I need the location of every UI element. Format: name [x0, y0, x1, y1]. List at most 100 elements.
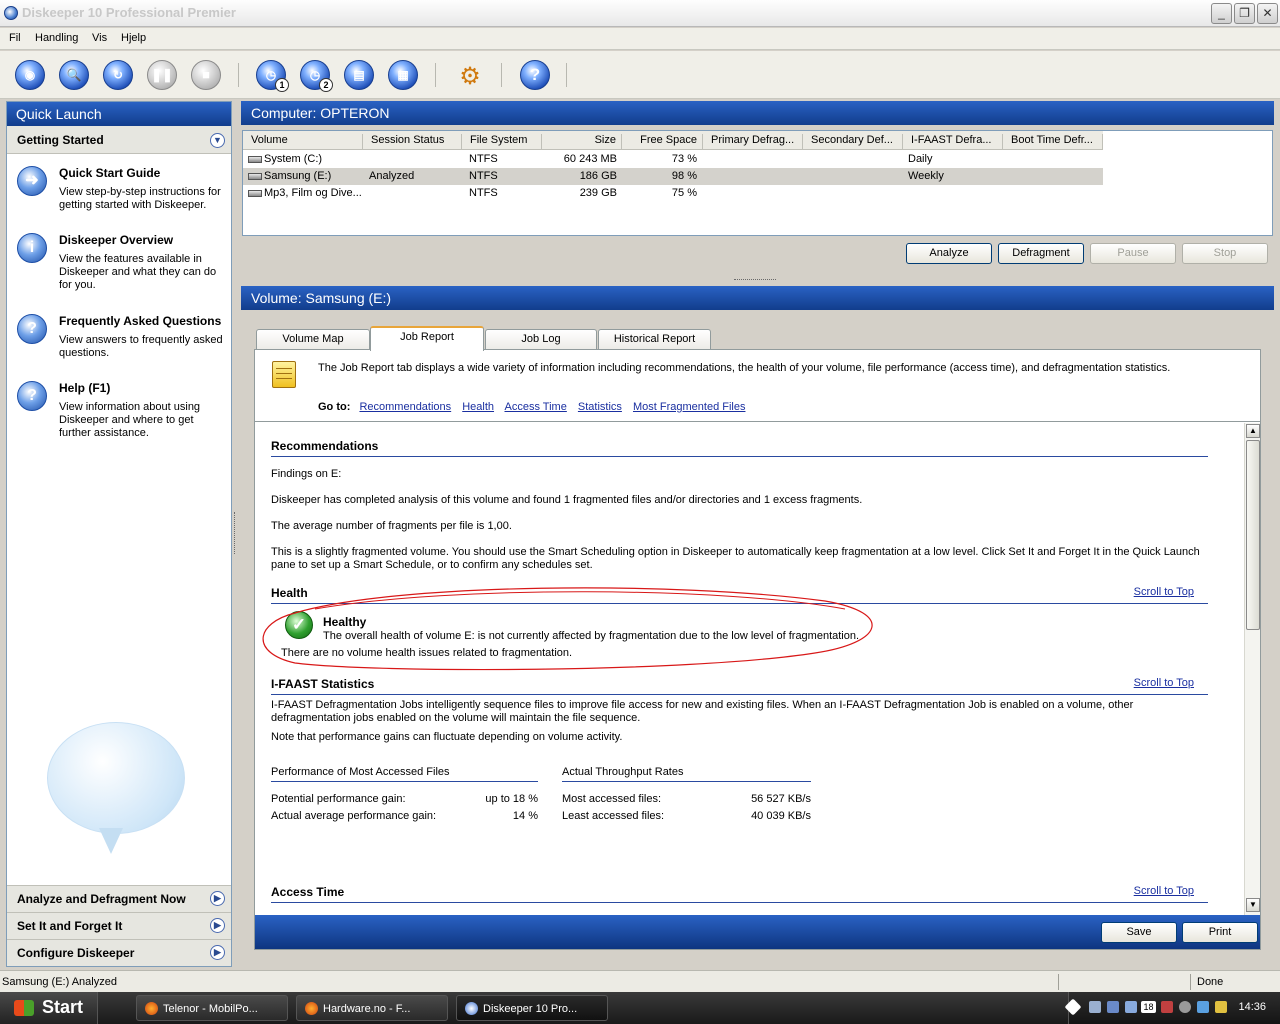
- menu-hjelp[interactable]: Hjelp: [121, 32, 146, 44]
- tab-historical-report[interactable]: Historical Report: [598, 329, 711, 350]
- badge-1: 1: [275, 78, 289, 92]
- job-2-toolbar-button[interactable]: ◷ 2: [300, 60, 333, 92]
- tray-bluetooth-icon[interactable]: [1197, 1001, 1209, 1013]
- scroll-up-button[interactable]: ▲: [1246, 424, 1260, 438]
- col-session-status[interactable]: Session Status: [363, 134, 462, 150]
- scroll-thumb[interactable]: [1246, 440, 1260, 630]
- analyze-defragment-now-section[interactable]: Analyze and Defragment Now ▶: [7, 885, 231, 912]
- quick-launch-title: Quick Launch: [7, 102, 231, 126]
- table-row[interactable]: Mp3, Film og Dive... NTFS 239 GB 75 %: [243, 185, 1103, 202]
- defragment-toolbar-button[interactable]: ↻: [103, 60, 133, 90]
- col-volume[interactable]: Volume: [243, 134, 363, 150]
- save-button[interactable]: Save: [1101, 922, 1177, 943]
- expand-icon[interactable]: ▶: [210, 918, 225, 933]
- col-free-space[interactable]: Free Space: [622, 134, 703, 150]
- report-content: Recommendations Findings on E: Diskeeper…: [255, 423, 1243, 915]
- taskbar-item-telenor[interactable]: Telenor - MobilPo...: [136, 995, 288, 1021]
- faq-link[interactable]: Frequently Asked Questions: [59, 314, 221, 328]
- collapse-icon[interactable]: ▼: [210, 133, 225, 148]
- drive-icon: [248, 173, 262, 180]
- taskbar-item-hardware[interactable]: Hardware.no - F...: [296, 995, 448, 1021]
- file-system: NTFS: [469, 187, 498, 199]
- col-primary-defrag[interactable]: Primary Defrag...: [703, 134, 803, 150]
- stop-toolbar-button[interactable]: ■: [191, 60, 221, 90]
- col-size[interactable]: Size: [542, 134, 622, 150]
- goto-statistics-link[interactable]: Statistics: [578, 401, 622, 413]
- tab-job-report[interactable]: Job Report: [370, 326, 484, 351]
- set-it-forget-it-section[interactable]: Set It and Forget It ▶: [7, 912, 231, 939]
- settings-toolbar-button[interactable]: ⚙: [455, 62, 485, 90]
- report-toolbar-button[interactable]: ▤: [344, 60, 374, 90]
- goto-access-time-link[interactable]: Access Time: [504, 401, 566, 413]
- scroll-to-top-link[interactable]: Scroll to Top: [1134, 586, 1194, 598]
- getting-started-header[interactable]: Getting Started ▼: [7, 126, 231, 154]
- maximize-button[interactable]: ❐: [1234, 3, 1255, 24]
- drive-icon: [248, 156, 262, 163]
- goto-label: Go to:: [318, 401, 351, 413]
- col-ifaast-defrag[interactable]: I-FAAST Defra...: [903, 134, 1003, 150]
- ifaast-description: I-FAAST Defragmentation Jobs intelligent…: [271, 699, 1134, 724]
- size: 60 243 MB: [563, 153, 617, 165]
- most-accessed-label: Most accessed files:: [562, 793, 662, 805]
- goto-most-fragmented-link[interactable]: Most Fragmented Files: [633, 401, 745, 413]
- menu-handling[interactable]: Handling: [35, 32, 78, 44]
- taskbar-item-label: Telenor - MobilPo...: [163, 1003, 258, 1015]
- scroll-to-top-link[interactable]: Scroll to Top: [1134, 885, 1194, 897]
- configure-diskeeper-section[interactable]: Configure Diskeeper ▶: [7, 939, 231, 966]
- table-row[interactable]: System (C:) NTFS 60 243 MB 73 % Daily: [243, 151, 1103, 168]
- vertical-splitter[interactable]: [234, 512, 237, 554]
- stop-button[interactable]: Stop: [1182, 243, 1268, 264]
- scroll-to-top-link[interactable]: Scroll to Top: [1134, 677, 1194, 689]
- help-link[interactable]: Help (F1): [59, 381, 110, 395]
- status-right: Done: [1197, 976, 1224, 988]
- ifaast-toolbar-button[interactable]: ▦: [388, 60, 418, 90]
- quick-start-guide-link[interactable]: Quick Start Guide: [59, 166, 160, 180]
- expand-icon[interactable]: ▶: [210, 945, 225, 960]
- least-accessed-value: 40 039 KB/s: [751, 810, 811, 822]
- col-file-system[interactable]: File System: [462, 134, 542, 150]
- fragmentation-advice: This is a slightly fragmented volume. Yo…: [271, 546, 1200, 571]
- potential-gain-value: up to 18 %: [485, 793, 538, 805]
- goto-recommendations-link[interactable]: Recommendations: [359, 401, 451, 413]
- pause-toolbar-button[interactable]: ❚❚: [147, 60, 177, 90]
- menu-vis[interactable]: Vis: [92, 32, 107, 44]
- tab-volume-map[interactable]: Volume Map: [256, 329, 370, 350]
- print-button[interactable]: Print: [1182, 922, 1258, 943]
- report-scrollbar[interactable]: ▲ ▼: [1244, 423, 1260, 915]
- scroll-down-button[interactable]: ▼: [1246, 898, 1260, 912]
- analyze-button[interactable]: Analyze: [906, 243, 992, 264]
- tray-network-icon[interactable]: [1107, 1001, 1119, 1013]
- expand-icon[interactable]: ▶: [210, 891, 225, 906]
- taskbar-item-diskeeper[interactable]: Diskeeper 10 Pro...: [456, 995, 608, 1021]
- tray-calendar-icon[interactable]: 18: [1141, 1001, 1156, 1013]
- tray-sound-icon[interactable]: [1179, 1001, 1191, 1013]
- col-secondary-defrag[interactable]: Secondary Def...: [803, 134, 903, 150]
- start-button[interactable]: Start: [0, 992, 98, 1024]
- defragment-button[interactable]: Defragment: [998, 243, 1084, 264]
- minimize-icon: _: [1218, 6, 1225, 20]
- throughput-heading: Actual Throughput Rates: [562, 766, 811, 782]
- tray-messenger-icon[interactable]: [1161, 1001, 1173, 1013]
- minimize-button[interactable]: _: [1211, 3, 1232, 24]
- drive-icon: [248, 190, 262, 197]
- analyze-icon: ◉: [24, 68, 36, 82]
- table-row[interactable]: Samsung (E:) Analyzed NTFS 186 GB 98 % W…: [243, 168, 1103, 185]
- col-boot-time-defrag[interactable]: Boot Time Defr...: [1003, 134, 1103, 150]
- horizontal-splitter[interactable]: [734, 279, 776, 282]
- pause-button[interactable]: Pause: [1090, 243, 1176, 264]
- job-1-toolbar-button[interactable]: ◷ 1: [256, 60, 289, 92]
- analyze-report-toolbar-button[interactable]: 🔍: [59, 60, 89, 90]
- tray-diamond-icon[interactable]: [1064, 998, 1082, 1016]
- tray-security-icon[interactable]: [1215, 1001, 1227, 1013]
- goto-health-link[interactable]: Health: [462, 401, 494, 413]
- title-bar: Diskeeper 10 Professional Premier _ ❐ ✕: [0, 0, 1280, 27]
- menu-fil[interactable]: Fil: [9, 32, 21, 44]
- tray-display-icon[interactable]: [1125, 1001, 1137, 1013]
- close-button[interactable]: ✕: [1257, 3, 1278, 24]
- tray-steam-icon[interactable]: [1089, 1001, 1101, 1013]
- analyze-toolbar-button[interactable]: ◉: [15, 60, 45, 90]
- analyze-defragment-now-label: Analyze and Defragment Now: [17, 892, 186, 906]
- diskeeper-overview-link[interactable]: Diskeeper Overview: [59, 233, 173, 247]
- help-toolbar-button[interactable]: ?: [520, 60, 550, 90]
- tab-job-log[interactable]: Job Log: [485, 329, 597, 350]
